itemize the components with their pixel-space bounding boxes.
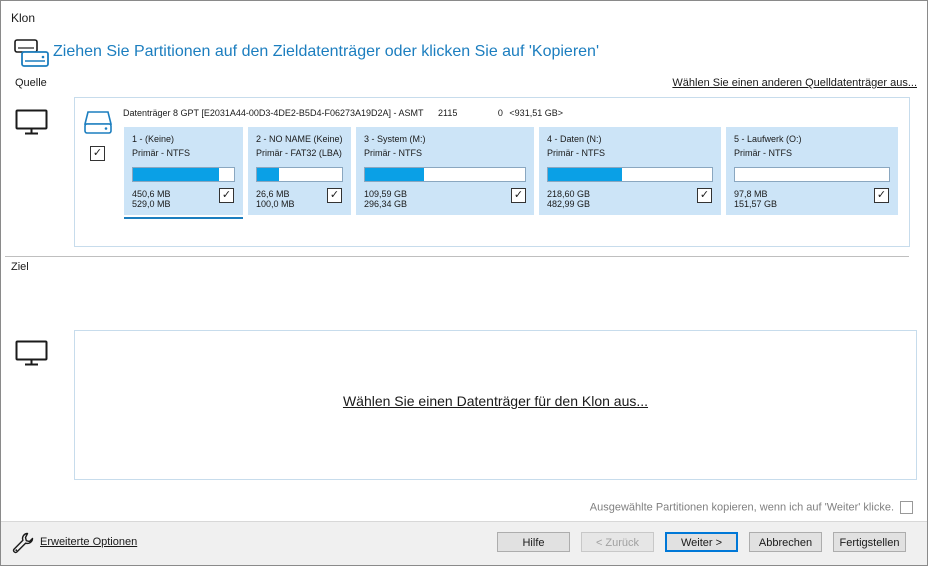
partition-usage-bar <box>132 167 235 182</box>
partition-type: Primär - NTFS <box>734 148 792 158</box>
partition-total: 482,99 GB <box>547 199 591 209</box>
next-button[interactable]: Weiter > <box>665 532 738 552</box>
partition-checkbox[interactable]: ✓ <box>697 188 712 203</box>
partition-usage-fill <box>548 168 622 181</box>
partition-type: Primär - NTFS <box>547 148 605 158</box>
clone-disks-icon <box>14 38 50 77</box>
partition-2[interactable]: 2 - NO NAME (Keine) Primär - FAT32 (LBA)… <box>248 127 351 215</box>
footer-bar: Erweiterte Optionen Hilfe < Zurück Weite… <box>1 521 927 565</box>
page-headline: Ziehen Sie Partitionen auf den Zieldaten… <box>53 43 599 60</box>
partition-name: 5 - Laufwerk (O:) <box>734 134 802 144</box>
partition-used: 109,59 GB <box>364 189 408 199</box>
partition-checkbox[interactable]: ✓ <box>511 188 526 203</box>
partition-type: Primär - FAT32 (LBA) <box>256 148 342 158</box>
target-disk-panel[interactable]: Wählen Sie einen Datenträger für den Klo… <box>74 330 917 480</box>
partition-usage-bar <box>364 167 526 182</box>
partition-usage-fill <box>133 168 219 181</box>
disk-name: Datenträger 8 GPT [E2031A44-00D3-4DE2-B5… <box>123 108 424 118</box>
target-label: Ziel <box>11 261 29 273</box>
source-disk-panel: ✓ Datenträger 8 GPT [E2031A44-00D3-4DE2-… <box>74 97 910 247</box>
partition-checkbox[interactable]: ✓ <box>327 188 342 203</box>
partition-checkbox[interactable]: ✓ <box>219 188 234 203</box>
partition-usage-bar <box>547 167 713 182</box>
partition-total: 100,0 MB <box>256 199 295 209</box>
section-divider <box>5 256 909 257</box>
source-monitor-icon <box>15 109 49 140</box>
source-disk-checkbox[interactable]: ✓ <box>90 146 105 161</box>
partition-checkbox[interactable]: ✓ <box>874 188 889 203</box>
partition-name: 3 - System (M:) <box>364 134 426 144</box>
clone-window: Klon Ziehen Sie Partitionen auf den Ziel… <box>0 0 928 566</box>
partition-4[interactable]: 4 - Daten (N:) Primär - NTFS 218,60 GB 4… <box>539 127 721 215</box>
wrench-icon[interactable] <box>11 531 35 560</box>
disk-index: 0 <box>497 108 503 118</box>
partition-5[interactable]: 5 - Laufwerk (O:) Primär - NTFS 97,8 MB … <box>726 127 898 215</box>
partition-used: 26,6 MB <box>256 189 290 199</box>
change-source-link[interactable]: Wählen Sie einen anderen Quelldatenträge… <box>672 77 917 89</box>
partition-name: 1 - (Keine) <box>132 134 175 144</box>
target-monitor-icon <box>15 340 49 371</box>
copy-on-next-checkbox[interactable] <box>900 501 913 514</box>
help-button[interactable]: Hilfe <box>497 532 570 552</box>
partition-type: Primär - NTFS <box>364 148 422 158</box>
partition-1[interactable]: 1 - (Keine) Primär - NTFS 450,6 MB 529,0… <box>124 127 243 219</box>
partition-name: 2 - NO NAME (Keine) <box>256 134 343 144</box>
partition-total: 151,57 GB <box>734 199 778 209</box>
finish-button[interactable]: Fertigstellen <box>833 532 906 552</box>
partition-usage-bar <box>734 167 890 182</box>
disk-size: <931,51 GB> <box>509 108 563 118</box>
partition-used: 97,8 MB <box>734 189 768 199</box>
select-target-disk-link[interactable]: Wählen Sie einen Datenträger für den Klo… <box>75 393 916 409</box>
partition-total: 529,0 MB <box>132 199 171 209</box>
partition-usage-fill <box>365 168 425 181</box>
partition-used: 218,60 GB <box>547 189 591 199</box>
source-label: Quelle <box>15 77 47 89</box>
copy-on-next-label: Ausgewählte Partitionen kopieren, wenn i… <box>589 501 894 514</box>
back-button[interactable]: < Zurück <box>581 532 654 552</box>
partition-name: 4 - Daten (N:) <box>547 134 602 144</box>
copy-on-next-option[interactable]: Ausgewählte Partitionen kopieren, wenn i… <box>590 501 913 514</box>
window-title: Klon <box>11 11 36 25</box>
partition-used: 450,6 MB <box>132 189 171 199</box>
advanced-options-link[interactable]: Erweiterte Optionen <box>40 536 137 548</box>
cancel-button[interactable]: Abbrechen <box>749 532 822 552</box>
partition-total: 296,34 GB <box>364 199 408 209</box>
partition-3[interactable]: 3 - System (M:) Primär - NTFS 109,59 GB … <box>356 127 534 215</box>
disk-info: Datenträger 8 GPT [E2031A44-00D3-4DE2-B5… <box>123 108 575 118</box>
partition-type: Primär - NTFS <box>132 148 190 158</box>
disk-icon <box>83 109 113 140</box>
partition-usage-bar <box>256 167 343 182</box>
partition-usage-fill <box>257 168 280 181</box>
disk-model-number: 2115 <box>438 108 458 118</box>
